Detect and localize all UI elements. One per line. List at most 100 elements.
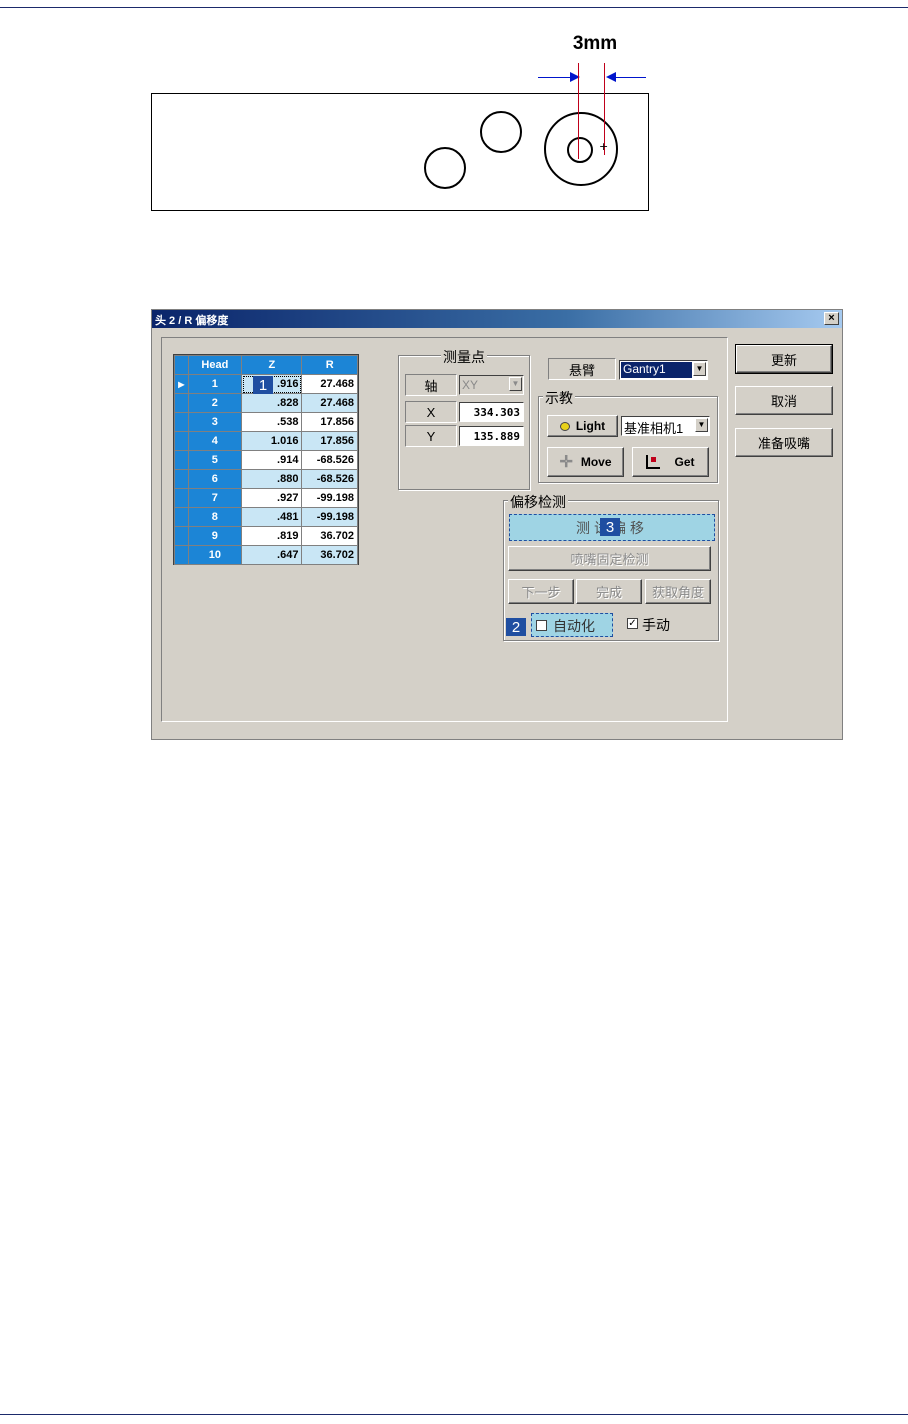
row-selector[interactable] (174, 393, 189, 413)
column-header-head[interactable]: Head (187, 355, 243, 375)
gantry-value: Gantry1 (621, 362, 692, 378)
z-cell[interactable]: .481 (241, 507, 303, 527)
move-arrows-icon: ✛ (559, 454, 573, 471)
teach-title: 示教 (543, 388, 575, 408)
table-row[interactable]: 4 1.016 17.856 (174, 431, 358, 451)
row-selector[interactable] (174, 412, 189, 432)
head-cell[interactable]: 5 (187, 450, 243, 470)
table-row[interactable]: 10.647 36.702 (174, 545, 358, 565)
current-row-indicator-icon[interactable]: ▶ (174, 374, 189, 394)
get-angle-label: 获取角度 (651, 585, 704, 600)
light-button[interactable]: Light (547, 415, 618, 437)
next-step-button[interactable]: 下一步 (508, 579, 574, 604)
r-cell[interactable]: -99.198 (301, 488, 358, 508)
cancel-button[interactable]: 取消 (735, 386, 833, 415)
dimension-arrow-right (614, 77, 646, 78)
z-cell[interactable]: .828 (241, 393, 303, 413)
row-selector[interactable] (174, 545, 189, 565)
y-value-field[interactable]: 135.889 (459, 426, 524, 446)
r-cell[interactable]: 17.856 (301, 431, 358, 451)
z-cell[interactable]: .819 (241, 526, 303, 546)
prepare-nozzle-label: 准备吸嘴 (757, 436, 810, 451)
r-cell[interactable]: 27.468 (301, 374, 358, 394)
table-row[interactable]: 2.828 27.468 (174, 393, 358, 413)
auto-checkbox-area[interactable]: 自动化 (531, 613, 613, 637)
head-cell[interactable]: 7 (187, 488, 243, 508)
table-row[interactable]: 5.914 -68.526 (174, 450, 358, 470)
callout-badge-3: 3 (600, 518, 620, 536)
update-button[interactable]: 更新 (735, 344, 833, 374)
r-cell[interactable]: -68.526 (301, 469, 358, 489)
nozzle-fixed-check-button[interactable]: 喷嘴固定检测 (508, 546, 711, 571)
light-label: Light (575, 419, 606, 433)
grid-body: ▶ 1.916 27.468 2.828 27.468 3.538 17.856 4 1.016… (174, 374, 358, 565)
z-cell[interactable]: .880 (241, 469, 303, 489)
head-cell[interactable]: 4 (187, 431, 243, 451)
r-cell[interactable]: 27.468 (301, 393, 358, 413)
move-button[interactable]: ✛ Move (547, 447, 624, 477)
offset-detect-title: 偏移检测 (508, 492, 568, 512)
get-label: Get (674, 455, 695, 469)
get-angle-button[interactable]: 获取角度 (645, 579, 711, 604)
chevron-down-icon: ▼ (693, 362, 706, 376)
camera-select[interactable]: 基准相机1 ▼ (621, 416, 710, 436)
dimension-arrow-left (538, 77, 572, 78)
head-cell[interactable]: 10 (187, 545, 243, 565)
gantry-select[interactable]: Gantry1 ▼ (619, 360, 708, 380)
get-button[interactable]: Get (632, 447, 709, 477)
auto-checkbox[interactable] (536, 620, 547, 631)
table-row[interactable]: 3.538 17.856 (174, 412, 358, 432)
callout-badge-2: 2 (506, 618, 526, 636)
grid-header-row: Head Z R (174, 355, 358, 375)
prepare-nozzle-button[interactable]: 准备吸嘴 (735, 428, 833, 457)
head-cell[interactable]: 6 (187, 469, 243, 489)
offset-dialog: 头 2 / R 偏移度 × Head Z R ▶ 1.916 27.468 2.828… (151, 309, 843, 740)
z-cell[interactable]: .647 (241, 545, 303, 565)
r-cell[interactable]: 36.702 (301, 545, 358, 565)
head-cell[interactable]: 1 (187, 374, 243, 394)
r-cell[interactable]: 36.702 (301, 526, 358, 546)
row-selector[interactable] (174, 431, 189, 451)
manual-checkbox[interactable]: ✓ (627, 618, 638, 629)
column-header-r[interactable]: R (301, 355, 358, 375)
table-row[interactable]: 6.880 -68.526 (174, 469, 358, 489)
x-value-field[interactable]: 334.303 (459, 402, 524, 422)
done-button[interactable]: 完成 (576, 579, 642, 604)
z-cell[interactable]: 1.016 (241, 431, 303, 451)
table-row[interactable]: 9.819 36.702 (174, 526, 358, 546)
r-cell[interactable]: -99.198 (301, 507, 358, 527)
nozzle-inner-circle (567, 137, 593, 163)
nozzle-fixed-check-label: 喷嘴固定检测 (570, 552, 649, 567)
z-cell[interactable]: .914 (241, 450, 303, 470)
nozzle-offset-figure: 3mm + (0, 0, 908, 260)
board-outline (151, 93, 649, 211)
manual-label: 手动 (642, 617, 670, 633)
axis-select[interactable]: XY ▼ (459, 375, 524, 395)
row-selector[interactable] (174, 526, 189, 546)
bottom-rule (0, 1414, 908, 1415)
head-cell[interactable]: 8 (187, 507, 243, 527)
table-row[interactable]: 7.927 -99.198 (174, 488, 358, 508)
z-cell[interactable]: .927 (241, 488, 303, 508)
move-label: Move (580, 455, 612, 469)
head-cell[interactable]: 2 (187, 393, 243, 413)
title-bar[interactable]: 头 2 / R 偏移度 × (152, 310, 842, 328)
measure-point-title: 测量点 (441, 347, 487, 367)
head-cell[interactable]: 9 (187, 526, 243, 546)
row-selector[interactable] (174, 469, 189, 489)
row-selector[interactable] (174, 450, 189, 470)
grid-corner (174, 355, 189, 375)
table-row[interactable]: 8.481 -99.198 (174, 507, 358, 527)
row-selector[interactable] (174, 507, 189, 527)
chevron-down-icon: ▼ (695, 418, 708, 432)
nozzle-center-line (578, 63, 579, 159)
light-bulb-icon (559, 421, 570, 431)
r-cell[interactable]: -68.526 (301, 450, 358, 470)
column-header-z[interactable]: Z (241, 355, 303, 375)
z-cell[interactable]: .538 (241, 412, 303, 432)
r-cell[interactable]: 17.856 (301, 412, 358, 432)
close-button[interactable]: × (824, 312, 839, 325)
head-cell[interactable]: 3 (187, 412, 243, 432)
fiducial-circle-small-left (424, 147, 466, 189)
row-selector[interactable] (174, 488, 189, 508)
